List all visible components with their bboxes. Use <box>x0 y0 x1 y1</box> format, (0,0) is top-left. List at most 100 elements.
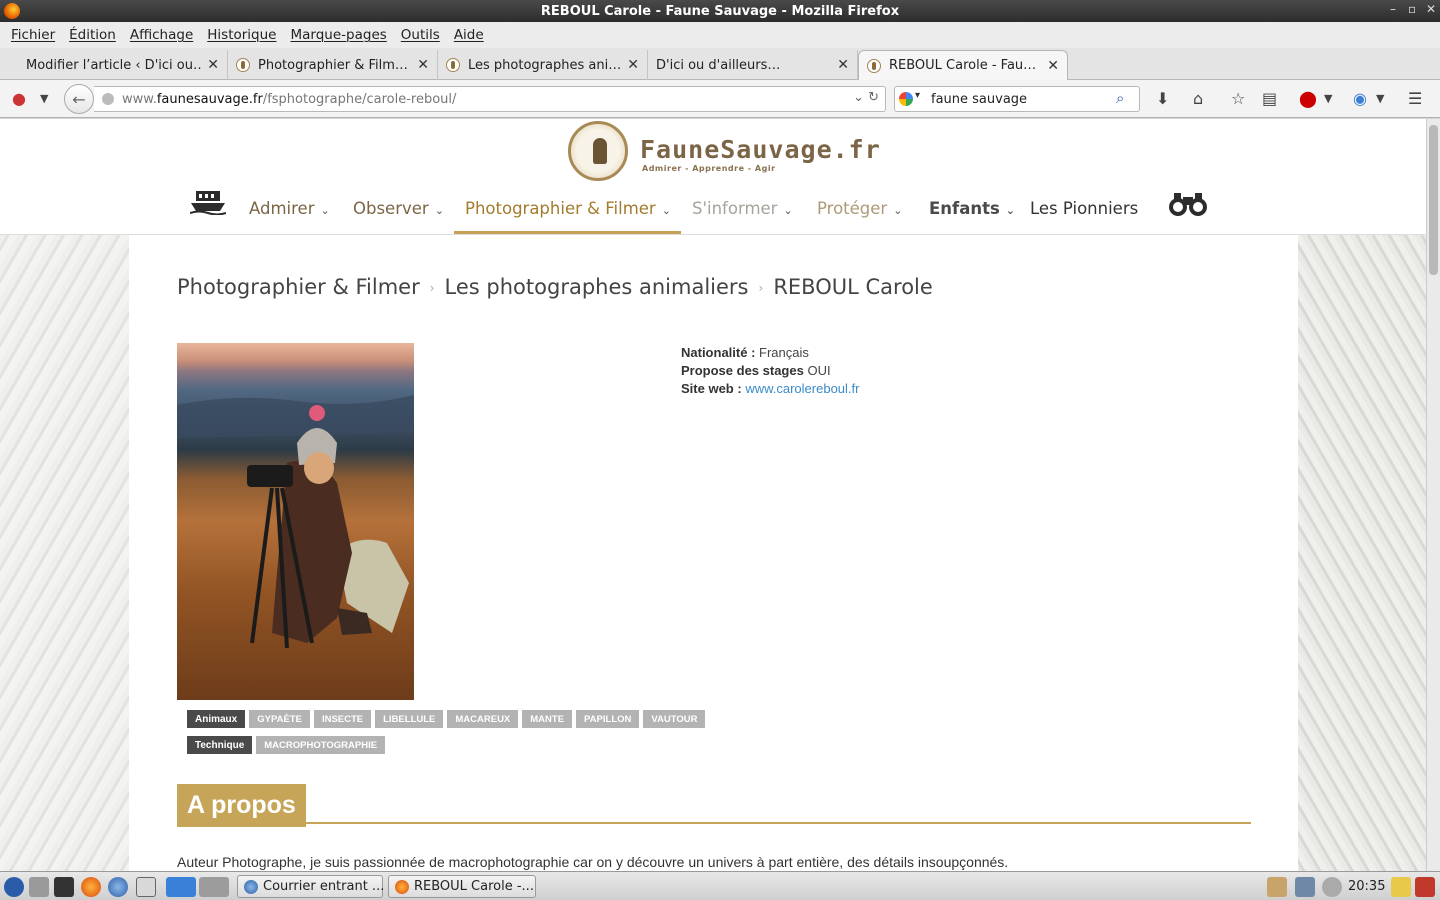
menu-fichier[interactable]: Fichier <box>4 27 62 43</box>
network-icon[interactable] <box>1295 877 1315 897</box>
url-prefix: www. <box>122 91 157 107</box>
binoculars-icon[interactable] <box>1168 191 1208 217</box>
chevron-down-icon[interactable]: ▼ <box>1324 92 1332 105</box>
firefox-launcher-icon[interactable] <box>81 877 101 897</box>
tag-mante[interactable]: MANTE <box>522 710 573 728</box>
hamburger-menu-icon[interactable]: ☰ <box>1408 89 1422 108</box>
breadcrumb-item[interactable]: Photographier & Filmer <box>177 275 420 299</box>
globe-icon <box>102 93 114 105</box>
terminal-icon[interactable] <box>54 877 74 897</box>
tab-close-icon[interactable]: ✕ <box>417 57 429 73</box>
task-courrier[interactable]: Courrier entrant ... <box>237 875 384 898</box>
tab-dici-ou-dailleurs[interactable]: D'ici ou d'ailleurs… ✕ <box>648 50 858 80</box>
nav-label: Admirer <box>249 199 315 218</box>
tab-title: Photographier & Film… <box>258 57 408 73</box>
site-logo-icon[interactable] <box>568 121 628 181</box>
tab-modifier-article[interactable]: Modifier l’article ‹ D'ici ou… ✕ <box>18 50 228 80</box>
logout-icon[interactable] <box>1415 877 1435 897</box>
url-host: faunesauvage.fr <box>156 91 263 107</box>
bookmark-star-icon[interactable]: ☆ <box>1231 89 1245 108</box>
menu-bar: Fichier Édition Affichage Historique Mar… <box>0 22 1440 48</box>
ark-icon[interactable] <box>190 189 226 215</box>
site-logo-text[interactable]: FauneSauvage.fr <box>640 135 881 164</box>
task-firefox[interactable]: REBOUL Carole -... <box>388 875 536 898</box>
tag-gypaete[interactable]: GYPAÈTE <box>249 710 310 728</box>
nav-admirer[interactable]: Admirer ⌄ <box>249 199 330 218</box>
volume-icon[interactable] <box>1322 877 1342 897</box>
tag-macrophotographie[interactable]: MACROPHOTOGRAPHIE <box>256 736 386 754</box>
notification-icon[interactable] <box>1391 877 1411 897</box>
download-icon[interactable]: ⬇ <box>1156 89 1169 108</box>
search-bar[interactable]: ▾ faune sauvage ⌕ <box>894 86 1140 112</box>
tags-technique: Technique MACROPHOTOGRAPHIE <box>187 736 386 754</box>
info-value: OUI <box>807 363 831 378</box>
tag-insecte[interactable]: INSECTE <box>313 710 372 728</box>
nav-label: Observer <box>353 199 429 218</box>
addon-icon[interactable]: ◉ <box>1353 89 1367 108</box>
reading-list-icon[interactable]: ▤ <box>1262 89 1277 108</box>
tab-close-icon[interactable]: ✕ <box>1047 58 1059 74</box>
breadcrumb-current: REBOUL Carole <box>773 275 933 299</box>
tag-papillon[interactable]: PAPILLON <box>576 710 640 728</box>
url-bar[interactable]: www. faunesauvage.fr/fsphotographe/carole… <box>94 86 886 112</box>
menu-affichage[interactable]: Affichage <box>123 27 200 43</box>
reload-icon[interactable]: ⌄ ↻ <box>853 90 879 105</box>
site-header: FauneSauvage.fr Admirer - Apprendre - Ag… <box>0 119 1426 235</box>
close-icon[interactable]: ✕ <box>1426 2 1436 16</box>
about-text: Auteur Photographe, je suis passionnée d… <box>177 854 1009 870</box>
file-manager-icon[interactable] <box>29 877 49 897</box>
tab-photographier[interactable]: Photographier & Film… ✕ <box>228 50 438 80</box>
menu-outils[interactable]: Outils <box>394 27 447 43</box>
nav-les-pionniers[interactable]: Les Pionniers <box>1030 199 1138 218</box>
tag-libellule[interactable]: LIBELLULE <box>375 710 444 728</box>
task-label: REBOUL Carole -... <box>414 879 534 894</box>
chevron-down-icon: ⌄ <box>434 204 444 217</box>
search-icon[interactable]: ⌕ <box>1116 89 1136 109</box>
section-heading-apropos: A propos <box>177 784 306 827</box>
search-input[interactable]: faune sauvage <box>931 92 1027 107</box>
tab-photographes[interactable]: Les photographes ani… ✕ <box>438 50 648 80</box>
workspace-2[interactable] <box>199 877 229 897</box>
nav-enfants[interactable]: Enfants ⌄ <box>929 199 1015 218</box>
nav-proteger[interactable]: Protéger ⌄ <box>817 199 902 218</box>
tab-close-icon[interactable]: ✕ <box>837 57 849 73</box>
nav-photographier-filmer[interactable]: Photographier & Filmer ⌄ <box>465 199 671 218</box>
maximize-icon[interactable]: ▫ <box>1408 2 1416 16</box>
url-path: /fsphotographe/carole-reboul/ <box>262 91 457 107</box>
adblock-icon[interactable]: ⬤ <box>1299 89 1317 108</box>
menu-aide[interactable]: Aide <box>447 27 491 43</box>
breadcrumb-item[interactable]: Les photographes animaliers <box>445 275 749 299</box>
nav-observer[interactable]: Observer ⌄ <box>353 199 444 218</box>
breadcrumb: Photographier & Filmer › Les photographes … <box>177 275 933 299</box>
extension-icon[interactable]: ● <box>12 89 26 108</box>
info-nationality: Nationalité : Français <box>681 344 859 362</box>
thunderbird-launcher-icon[interactable] <box>108 877 128 897</box>
tag-macareux[interactable]: MACAREUX <box>447 710 519 728</box>
tab-title: D'ici ou d'ailleurs… <box>656 57 781 73</box>
fedora-menu-icon[interactable] <box>4 877 24 897</box>
back-button[interactable]: ← <box>64 84 94 114</box>
firefox-icon <box>4 3 20 19</box>
section-divider <box>177 822 1251 824</box>
menu-historique[interactable]: Historique <box>200 27 283 43</box>
workspace-1[interactable] <box>166 877 196 897</box>
chevron-down-icon[interactable]: ▼ <box>40 92 48 105</box>
page-scrollbar[interactable] <box>1426 119 1440 871</box>
home-icon[interactable]: ⌂ <box>1193 89 1203 108</box>
chevron-down-icon[interactable]: ▼ <box>1376 92 1384 105</box>
website-link[interactable]: www.carolereboul.fr <box>745 381 859 396</box>
menu-marque-pages[interactable]: Marque-pages <box>284 27 394 43</box>
chevron-down-icon[interactable]: ▾ <box>915 90 920 101</box>
nav-sinformer[interactable]: S'informer ⌄ <box>692 199 793 218</box>
tab-close-icon[interactable]: ✕ <box>207 57 219 73</box>
scrollbar-thumb[interactable] <box>1429 125 1438 275</box>
tag-vautour[interactable]: VAUTOUR <box>643 710 706 728</box>
show-desktop-icon[interactable] <box>136 877 156 897</box>
clipboard-icon[interactable] <box>1267 877 1287 897</box>
menu-edition[interactable]: Édition <box>62 27 123 43</box>
tab-close-icon[interactable]: ✕ <box>627 57 639 73</box>
tab-reboul-carole[interactable]: REBOUL Carole - Fau… ✕ <box>858 50 1068 80</box>
minimize-icon[interactable]: – <box>1390 2 1396 16</box>
breadcrumb-separator-icon: › <box>429 281 435 295</box>
nav-label: S'informer <box>692 199 778 218</box>
